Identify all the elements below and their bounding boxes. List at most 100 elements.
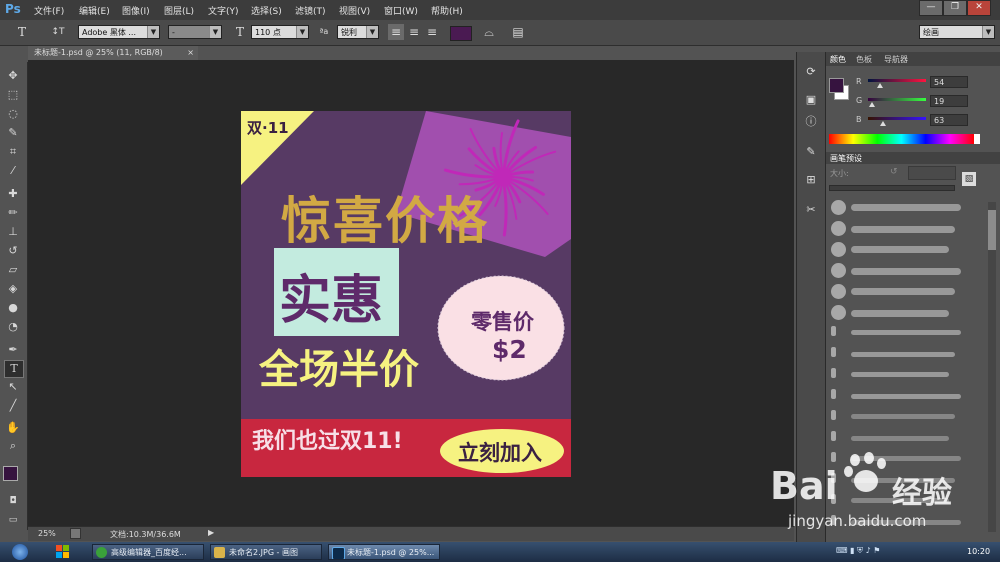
b-slider[interactable] — [868, 117, 926, 120]
brush-preset-item[interactable] — [829, 303, 989, 323]
text-orientation-icon[interactable]: ↕T — [50, 24, 66, 40]
anti-alias-select[interactable]: 锐利 ▼ — [337, 25, 379, 39]
volume-icon[interactable]: ♪ — [866, 546, 871, 555]
quick-launch-icon[interactable] — [56, 545, 70, 559]
lasso-tool-icon[interactable]: ◌ — [4, 106, 22, 122]
brush-tool-icon[interactable]: ✏ — [4, 205, 22, 221]
network-icon[interactable]: ▮ — [850, 546, 854, 555]
brush-size-field[interactable] — [908, 166, 956, 180]
g-slider-thumb[interactable] — [869, 102, 876, 107]
tab-navigator[interactable]: 导航器 — [884, 54, 908, 65]
eraser-tool-icon[interactable]: ▱ — [4, 262, 22, 278]
warp-text-icon[interactable]: ⌓ — [481, 24, 497, 40]
menu-window[interactable]: 窗口(W) — [384, 4, 418, 17]
font-size-select[interactable]: 110 点 ▼ — [251, 25, 309, 39]
brush-preset-item[interactable] — [829, 282, 989, 302]
zoom-tool-icon[interactable]: ⌕ — [4, 438, 22, 454]
marquee-tool-icon[interactable]: ⬚ — [4, 87, 22, 103]
healing-brush-tool-icon[interactable]: ✚ — [4, 186, 22, 202]
brush-preset-item[interactable] — [829, 198, 989, 218]
minimize-button[interactable]: — — [919, 0, 943, 16]
taskbar-item-editor[interactable]: 高级编辑器_百度经... — [92, 544, 204, 560]
reset-size-icon[interactable]: ↺ — [890, 167, 898, 177]
foreground-color-swatch[interactable] — [3, 466, 18, 481]
brush-preset-item[interactable] — [829, 219, 989, 239]
brush-preset-item[interactable] — [829, 429, 989, 449]
screen-mode-icon[interactable]: ▭ — [4, 512, 22, 528]
clock[interactable]: 10:20 — [967, 547, 990, 556]
document-canvas[interactable]: 双·11 惊喜价格 实惠 全场半价 零售价 $2 我们也过双11! 立刻加入 — [241, 111, 571, 477]
quick-mask-icon[interactable]: ◘ — [4, 493, 22, 509]
brush-preset-item[interactable] — [829, 240, 989, 260]
align-center-icon[interactable]: ≡ — [406, 24, 422, 40]
history-brush-tool-icon[interactable]: ↺ — [4, 243, 22, 259]
dodge-tool-icon[interactable]: ◔ — [4, 319, 22, 335]
color-spectrum-bar[interactable] — [829, 134, 974, 144]
brush-preset-item[interactable] — [829, 324, 989, 344]
gradient-tool-icon[interactable]: ◈ — [4, 281, 22, 297]
eyedropper-tool-icon[interactable]: ⁄ — [4, 163, 22, 179]
tab-color[interactable]: 颜色 — [830, 54, 846, 65]
brush-preset-item[interactable] — [829, 408, 989, 428]
spectrum-white[interactable] — [974, 134, 980, 144]
tab-swatches[interactable]: 色板 — [856, 54, 872, 65]
start-button[interactable] — [12, 544, 28, 560]
crop-tool-icon[interactable]: ⌗ — [4, 144, 22, 160]
taskbar-item-photoshop[interactable]: 未标题-1.psd @ 25%... — [328, 544, 440, 560]
line-tool-icon[interactable]: ╱ — [4, 398, 22, 414]
close-icon[interactable]: × — [187, 46, 194, 60]
workspace-select[interactable]: 绘画 ▼ — [919, 25, 995, 39]
path-selection-tool-icon[interactable]: ↖ — [4, 379, 22, 395]
keyboard-icon[interactable]: ⌨ — [836, 546, 848, 555]
shield-icon[interactable]: ⛨ — [857, 546, 863, 555]
restore-button[interactable]: ❐ — [943, 0, 967, 16]
character-panel-icon[interactable]: ▤ — [510, 24, 526, 40]
brush-panel-icon[interactable]: ✎ — [803, 144, 819, 160]
r-value-field[interactable]: 54 — [930, 76, 968, 88]
g-slider[interactable] — [868, 98, 926, 101]
close-button[interactable]: ✕ — [967, 0, 991, 16]
brush-preset-item[interactable] — [829, 366, 989, 386]
panel-foreground-swatch[interactable] — [829, 78, 844, 93]
g-value-field[interactable]: 19 — [930, 95, 968, 107]
pen-tool-icon[interactable]: ✒ — [4, 342, 22, 358]
menu-layer[interactable]: 图层(L) — [164, 4, 194, 17]
brush-panel-toggle-icon[interactable]: ▧ — [962, 172, 976, 186]
zoom-level[interactable]: 25% — [38, 529, 56, 538]
align-left-icon[interactable]: ≡ — [388, 24, 404, 40]
menu-help[interactable]: 帮助(H) — [431, 4, 463, 17]
brush-preset-item[interactable] — [829, 345, 989, 365]
horizontal-type-tool-icon[interactable]: T — [4, 360, 24, 378]
b-slider-thumb[interactable] — [879, 121, 886, 126]
align-right-icon[interactable]: ≡ — [424, 24, 440, 40]
menu-type[interactable]: 文字(Y) — [208, 4, 239, 17]
menu-select[interactable]: 选择(S) — [251, 4, 282, 17]
type-tool-icon[interactable]: T — [14, 24, 30, 40]
r-slider-thumb[interactable] — [877, 83, 884, 88]
font-family-select[interactable]: Adobe 黑体 ... ▼ — [78, 25, 160, 39]
menu-file[interactable]: 文件(F) — [34, 4, 64, 17]
menu-filter[interactable]: 滤镜(T) — [295, 4, 326, 17]
menu-view[interactable]: 视图(V) — [339, 4, 370, 17]
tool-presets-panel-icon[interactable]: ✂ — [803, 202, 819, 218]
document-tab[interactable]: 未标题-1.psd @ 25% (11, RGB/8) × — [28, 46, 198, 60]
font-style-select[interactable]: - ▼ — [168, 25, 222, 39]
clone-stamp-tool-icon[interactable]: ⊥ — [4, 224, 22, 240]
tab-brush-presets[interactable]: 画笔预设 — [830, 153, 862, 164]
brush-size-slider[interactable] — [829, 185, 955, 191]
info-panel-icon[interactable]: ⓘ — [803, 114, 819, 130]
r-slider[interactable] — [868, 79, 926, 82]
actions-panel-icon[interactable]: ▣ — [803, 92, 819, 108]
flag-icon[interactable]: ⚑ — [873, 546, 880, 555]
move-tool-icon[interactable]: ✥ — [4, 68, 22, 84]
clone-source-panel-icon[interactable]: ⊞ — [803, 172, 819, 188]
hand-tool-icon[interactable]: ✋ — [4, 420, 22, 436]
quick-select-tool-icon[interactable]: ✎ — [4, 125, 22, 141]
brush-preset-item[interactable] — [829, 261, 989, 281]
blur-tool-icon[interactable]: ● — [4, 300, 22, 316]
b-value-field[interactable]: 63 — [930, 114, 968, 126]
brush-preset-item[interactable] — [829, 387, 989, 407]
status-menu-arrow-icon[interactable]: ▶ — [208, 528, 214, 537]
status-info-icon[interactable] — [70, 528, 81, 539]
menu-edit[interactable]: 编辑(E) — [79, 4, 110, 17]
